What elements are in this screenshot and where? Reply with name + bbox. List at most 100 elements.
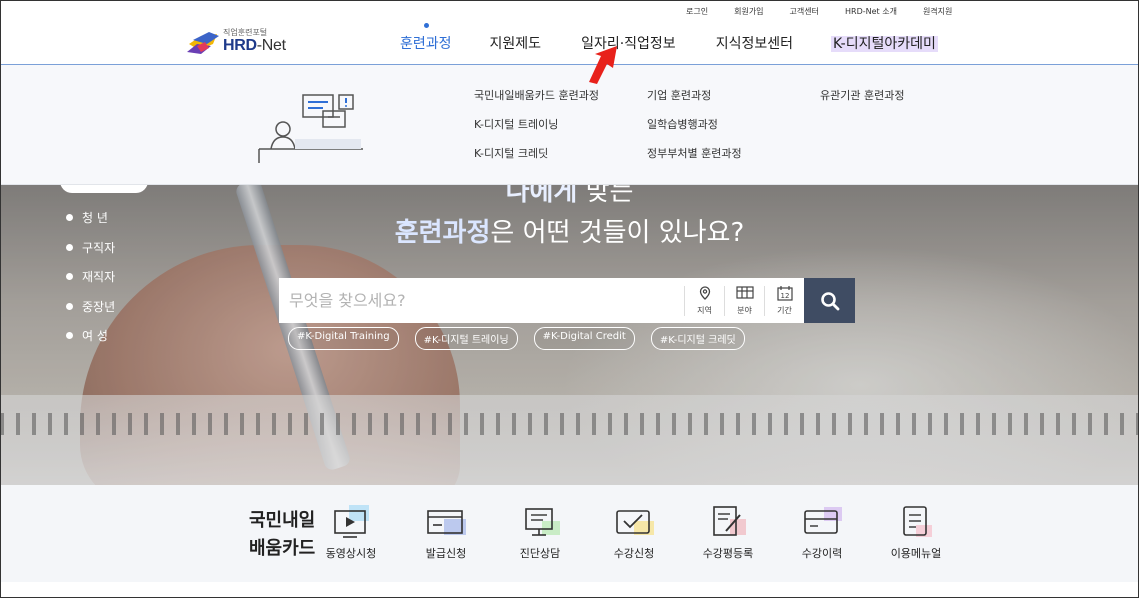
hashtag-k-digital-credit-kr[interactable]: #K-디지털 크레딧: [650, 327, 745, 350]
filter-label: 지역: [697, 306, 712, 315]
target-label: 구직자: [82, 240, 116, 255]
target-employed[interactable]: 재직자: [66, 262, 115, 292]
mega-col-2: 기업 훈련과정 일학습병행과정 정부부처별 훈련과정: [647, 87, 742, 160]
nav-knowledge-center[interactable]: 지식정보센터: [716, 33, 793, 53]
nav-label: K-디지털아카데미: [830, 36, 938, 52]
menu-item-related-institution-course[interactable]: 유관기관 훈련과정: [820, 87, 904, 102]
hero-title-line2: 훈련과정은 어떤 것들이 있나요?: [0, 215, 1139, 251]
site-logo[interactable]: 직업훈련포털 HRD-Net: [187, 27, 307, 57]
hero-title-line1: 나에게 맞는: [0, 185, 1139, 207]
mega-col-1: 국민내일배움카드 훈련과정 K-디지털 트레이닝 K-디지털 크레딧: [474, 87, 599, 160]
service-label: 수강이력: [801, 547, 843, 560]
target-label: 재직자: [82, 270, 116, 285]
bullet-icon: [66, 273, 73, 281]
filter-region[interactable]: 지역: [684, 286, 724, 316]
search-field: 지역 분야 12 기간: [279, 278, 804, 323]
service-issue-card[interactable]: 발급신청: [406, 503, 486, 561]
calendar-icon: 12: [776, 286, 793, 301]
menu-item-company-course[interactable]: 기업 훈련과정: [647, 87, 742, 102]
search-icon: [820, 291, 839, 310]
remote-support-link[interactable]: 원격지원: [923, 6, 952, 17]
search-input[interactable]: [279, 278, 679, 323]
target-label: 여 성: [82, 329, 108, 344]
target-women[interactable]: 여 성: [66, 321, 115, 351]
login-link[interactable]: 로그인: [686, 6, 708, 17]
red-arrow-icon: [589, 46, 617, 84]
about-link[interactable]: HRD-Net 소개: [845, 6, 897, 17]
bullet-icon: [66, 332, 73, 340]
services-title-line2: 배움카드: [249, 538, 316, 559]
learning-card-services: 국민내일 배움카드 동영상시청 발급신청 진단상담 수강신청 수강평등록 수강이…: [0, 485, 1139, 582]
nav-support-system[interactable]: 지원제도: [490, 33, 542, 53]
filter-label: 분야: [737, 306, 752, 315]
service-label: 동영상시청: [325, 547, 377, 560]
services-title-line1: 국민내일: [249, 510, 316, 531]
target-middle-aged[interactable]: 중장년: [66, 292, 115, 322]
checkbox-icon: [616, 510, 654, 535]
nav-label: 훈련과정: [400, 36, 452, 52]
nav-label: 지원제도: [489, 36, 542, 52]
folder-history-icon: [804, 507, 842, 534]
logo-name-suffix: -Net: [256, 37, 286, 54]
service-consultation[interactable]: 진단상담: [500, 503, 580, 561]
service-label: 진단상담: [519, 547, 561, 560]
service-review[interactable]: 수강평등록: [688, 503, 768, 561]
nav-label: 지식정보센터: [715, 36, 793, 52]
menu-item-k-digital-training[interactable]: K-디지털 트레이닝: [474, 116, 599, 131]
manual-book-icon: [903, 506, 932, 537]
hero-title-rest: 맞는: [577, 185, 634, 207]
nav-training-courses[interactable]: 훈련과정: [400, 23, 452, 53]
target-label: 청 년: [82, 211, 108, 226]
menu-item-work-study-course[interactable]: 일학습병행과정: [647, 116, 742, 131]
active-indicator: [424, 23, 429, 28]
menu-item-national-card-course[interactable]: 국민내일배움카드 훈련과정: [474, 87, 599, 102]
bullet-icon: [66, 214, 73, 222]
monitor-consult-icon: [525, 508, 560, 536]
hashtag-k-digital-training-kr[interactable]: #K-디지털 트레이닝: [414, 327, 518, 350]
filter-field[interactable]: 분야: [724, 286, 764, 316]
mega-col-3: 유관기관 훈련과정: [820, 87, 904, 102]
target-label: 중장년: [82, 299, 116, 314]
hashtag-list: #K-Digital Training #K-디지털 트레이닝 #K-Digit…: [288, 327, 745, 350]
target-job-seeker[interactable]: 구직자: [66, 233, 115, 263]
target-youth[interactable]: 청 년: [66, 203, 115, 233]
hero-title-rest: 은 어떤 것들이 있나요?: [490, 218, 745, 248]
menu-item-ministry-course[interactable]: 정부부처별 훈련과정: [647, 145, 742, 160]
main-nav: 훈련과정 지원제도 일자리·직업정보 지식정보센터 K-디지털아카데미: [400, 23, 938, 53]
search-button[interactable]: [804, 278, 855, 323]
service-manual[interactable]: 이용메뉴얼: [876, 503, 956, 561]
service-label: 이용메뉴얼: [890, 547, 942, 560]
nav-k-digital-academy[interactable]: K-디지털아카데미: [830, 33, 938, 53]
logo-icon: [187, 32, 219, 54]
filter-label: 기간: [777, 306, 792, 315]
search-filters: 지역 분야 12 기간: [684, 286, 804, 316]
service-video[interactable]: 동영상시청: [311, 503, 391, 561]
filter-period[interactable]: 12 기간: [764, 286, 804, 316]
hero-title-highlight: 훈련과정: [394, 218, 491, 248]
category-grid-icon: [735, 286, 754, 299]
counseling-desk-icon: [258, 94, 363, 163]
menu-item-k-digital-credit[interactable]: K-디지털 크레딧: [474, 145, 599, 160]
signup-link[interactable]: 회원가입: [734, 6, 763, 17]
service-label: 발급신청: [425, 547, 467, 560]
logo-name: HRD: [223, 37, 257, 54]
hero-banner: 나에게 맞는 훈련과정은 어떤 것들이 있나요? 청 년 구직자 재직자 중장년…: [0, 185, 1139, 485]
course-search: 지역 분야 12 기간: [279, 278, 855, 323]
service-label: 수강신청: [613, 547, 655, 560]
calendar-number: 12: [780, 292, 789, 300]
service-enroll[interactable]: 수강신청: [594, 503, 674, 561]
customer-center-link[interactable]: 고객센터: [790, 6, 819, 17]
video-play-icon: [334, 505, 369, 538]
hashtag-k-digital-credit[interactable]: #K-Digital Credit: [533, 327, 635, 350]
bullet-icon: [66, 302, 73, 310]
target-tab-selected[interactable]: [60, 185, 148, 193]
bullet-icon: [66, 243, 73, 251]
hero-title-highlight: 나에게: [505, 185, 578, 207]
service-label: 수강평등록: [702, 547, 754, 560]
hashtag-k-digital-training[interactable]: #K-Digital Training: [288, 327, 399, 350]
services-title: 국민내일 배움카드: [249, 507, 315, 563]
service-history[interactable]: 수강이력: [782, 503, 862, 561]
card-icon: [427, 510, 466, 535]
location-pin-icon: [699, 286, 710, 300]
logo-text: HRD-Net: [223, 37, 286, 55]
